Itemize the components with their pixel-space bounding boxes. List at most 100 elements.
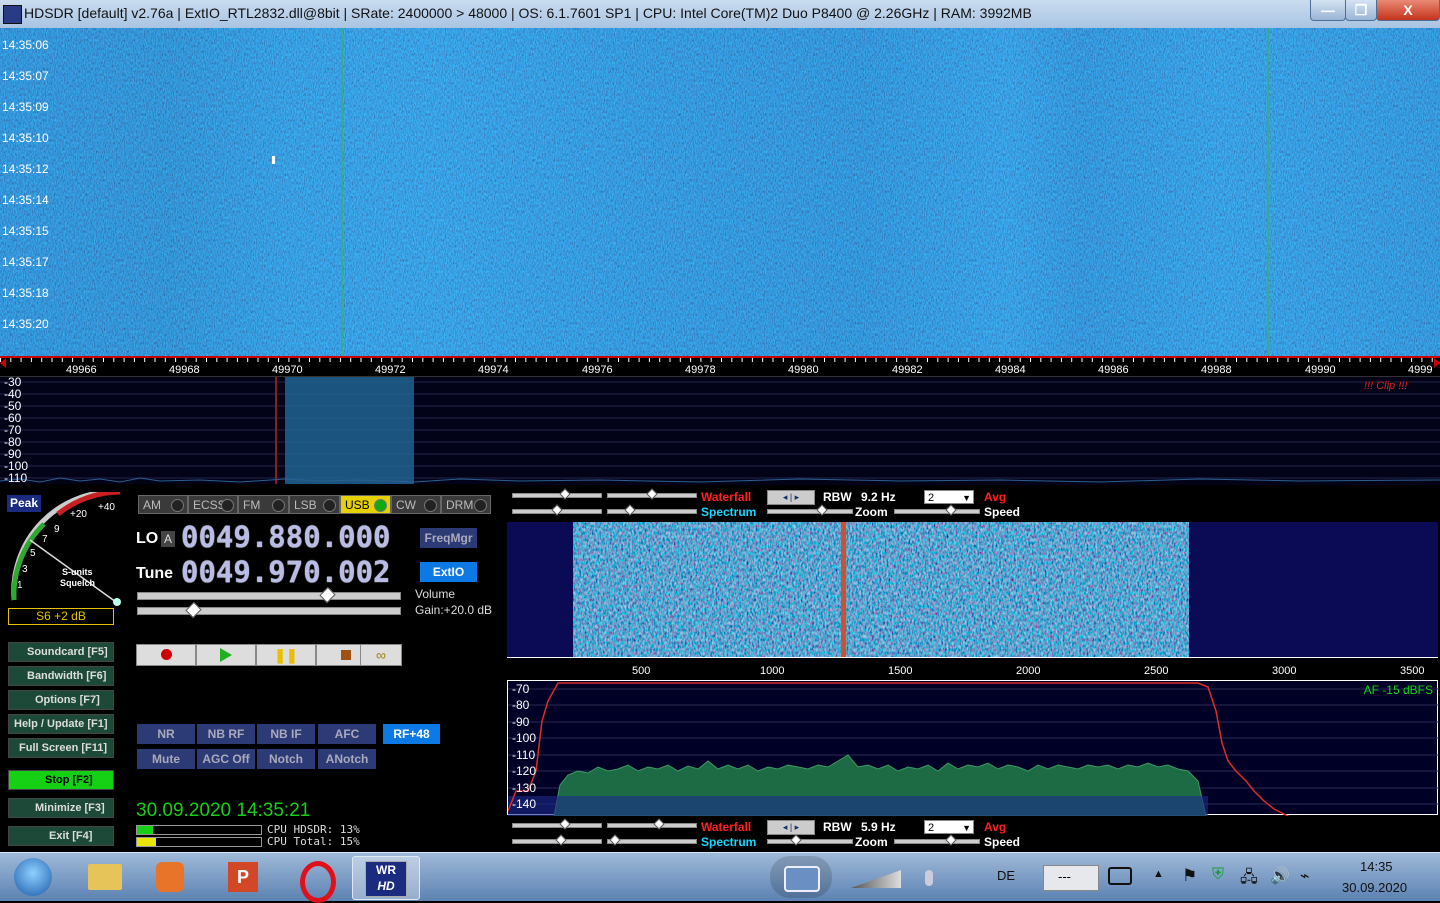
slider-thumb[interactable] — [609, 834, 621, 846]
power-plug-icon[interactable] — [1108, 867, 1132, 887]
af-avg-select[interactable]: 2 ▼ — [924, 820, 974, 834]
af-spectrum[interactable]: -70 -80 -90 -100 -110 -120 -130 -140 AF … — [507, 680, 1439, 816]
mode-fm-button[interactable]: FM — [238, 495, 289, 514]
fullscreen-button[interactable]: Full Screen [F11] — [8, 738, 114, 758]
slider-thumb[interactable] — [319, 586, 336, 604]
mode-drm-button[interactable]: DRM — [441, 495, 491, 514]
stop-button[interactable]: Stop [F2] — [8, 770, 114, 790]
scroll-left-icon[interactable] — [0, 358, 6, 368]
rf-speed-slider[interactable] — [894, 504, 980, 516]
soundcard-button[interactable]: Soundcard [F5] — [8, 642, 114, 662]
explorer-taskbar-button[interactable] — [82, 856, 128, 898]
af-tick: 1500 — [888, 665, 913, 677]
plug-shape — [1108, 867, 1132, 885]
close-button[interactable]: X — [1376, 0, 1440, 21]
shield-icon[interactable]: ⛨ — [1212, 866, 1224, 884]
nb-if-button[interactable]: NB IF — [257, 724, 315, 744]
network-gadget[interactable] — [770, 856, 832, 898]
af-waterfall[interactable] — [507, 522, 1438, 657]
volume-icon[interactable]: 🔊 — [1270, 866, 1290, 886]
play-button[interactable] — [196, 644, 256, 666]
minimize-app-button[interactable]: Minimize [F3] — [8, 798, 114, 818]
tune-frequency[interactable]: 0049.970.002 — [181, 555, 391, 589]
language-indicator[interactable]: DE — [997, 868, 1015, 883]
rbw-stepper[interactable]: ◂ | ▸ — [767, 490, 815, 505]
notch-button[interactable]: Notch — [257, 749, 315, 769]
exit-button[interactable]: Exit [F4] — [8, 826, 114, 846]
usb-icon[interactable]: ⌁ — [1300, 866, 1310, 886]
title-bar[interactable]: HDSDR [default] v2.76a | ExtIO_RTL2832.d… — [0, 0, 1440, 29]
minimize-button[interactable]: — — [1310, 0, 1346, 21]
mode-cw-button[interactable]: CW — [391, 495, 441, 514]
af-zoom-slider[interactable] — [767, 834, 853, 846]
s-meter[interactable]: Peak 9 +20 +40 7 5 3 1 S-units Squelch — [4, 492, 130, 606]
slider-thumb[interactable] — [624, 504, 636, 516]
mode-am-button[interactable]: AM — [138, 495, 188, 514]
slider-thumb[interactable] — [551, 504, 563, 516]
af-slider-3[interactable] — [607, 818, 697, 830]
slider-thumb[interactable] — [555, 834, 567, 846]
rf-waterfall[interactable] — [0, 28, 1440, 356]
mute-button[interactable]: Mute — [137, 749, 195, 769]
start-button[interactable] — [8, 856, 56, 898]
powerpoint-taskbar-button[interactable]: P — [220, 856, 266, 898]
media-player-taskbar-button[interactable] — [146, 856, 192, 898]
rf-slider-1[interactable] — [512, 488, 602, 500]
slider-thumb[interactable] — [653, 818, 665, 830]
rf-gain-button[interactable]: RF+48 — [383, 724, 440, 744]
help-update-button[interactable]: Help / Update [F1] — [8, 714, 114, 734]
nb-rf-button[interactable]: NB RF — [197, 724, 255, 744]
slider-thumb[interactable] — [559, 488, 571, 500]
slider-thumb[interactable] — [945, 834, 957, 846]
pause-button[interactable]: ❚❚ — [256, 644, 316, 666]
afc-button[interactable]: AFC — [318, 724, 376, 744]
rf-slider-2[interactable] — [512, 504, 602, 516]
slider-thumb[interactable] — [559, 818, 571, 830]
rf-zoom-slider[interactable] — [767, 504, 853, 516]
mode-ecss-button[interactable]: ECSS — [188, 495, 238, 514]
lo-a-button[interactable]: A — [161, 531, 175, 547]
hdsdr-taskbar-button[interactable]: WR HD — [352, 856, 420, 900]
rf-slider-3[interactable] — [607, 488, 697, 500]
af-slider-4[interactable] — [607, 834, 697, 846]
restore-button[interactable]: ❐ — [1345, 0, 1377, 21]
scroll-right-icon[interactable] — [1434, 358, 1440, 368]
mode-lsb-button[interactable]: LSB — [289, 495, 340, 514]
af-rbw-label: RBW — [823, 820, 852, 834]
anotch-button[interactable]: ANotch — [318, 749, 376, 769]
mode-usb-button[interactable]: USB — [340, 495, 391, 514]
tune-slider[interactable] — [137, 586, 401, 604]
slider-thumb[interactable] — [790, 834, 802, 846]
clock-time[interactable]: 14:35 — [1360, 859, 1393, 874]
avg-select[interactable]: 2 ▼ — [924, 490, 974, 504]
tray-box[interactable]: --- — [1043, 865, 1099, 891]
af-rbw-stepper[interactable]: ◂ | ▸ — [767, 820, 815, 835]
wireless-gadget[interactable] — [915, 856, 945, 898]
signal-gadget[interactable] — [845, 856, 903, 898]
af-speed-slider[interactable] — [894, 834, 980, 846]
rf-slider-4[interactable] — [607, 504, 697, 516]
slider-thumb[interactable] — [185, 601, 202, 619]
options-button[interactable]: Options [F7] — [8, 690, 114, 710]
network-icon[interactable]: 🖧 — [1240, 866, 1258, 893]
rf-spectrum[interactable]: -30 -40 -50 -60 -70 -80 -90 -100 -110 !!… — [0, 376, 1440, 485]
bandwidth-button[interactable]: Bandwidth [F6] — [8, 666, 114, 686]
loop-button[interactable]: ∞ — [360, 644, 402, 666]
nr-button[interactable]: NR — [137, 724, 195, 744]
flag-icon[interactable]: ⚑ — [1182, 866, 1197, 886]
frequency-axis[interactable]: 49966 49968 49970 49972 49974 49976 4997… — [0, 356, 1440, 378]
slider-thumb[interactable] — [816, 504, 828, 516]
lo-frequency[interactable]: 0049.880.000 — [181, 520, 391, 554]
extio-button[interactable]: ExtIO — [420, 562, 477, 582]
slider-thumb[interactable] — [646, 488, 658, 500]
clock-date[interactable]: 30.09.2020 — [1342, 880, 1407, 895]
freqmgr-button[interactable]: FreqMgr — [420, 528, 477, 548]
tray-expand-icon[interactable]: ▲ — [1153, 868, 1164, 880]
volume-slider[interactable] — [137, 601, 401, 619]
opera-taskbar-button[interactable] — [292, 856, 338, 903]
slider-thumb[interactable] — [945, 504, 957, 516]
af-slider-1[interactable] — [512, 818, 602, 830]
af-slider-2[interactable] — [512, 834, 602, 846]
agc-button[interactable]: AGC Off — [197, 749, 255, 769]
record-button[interactable] — [136, 644, 196, 666]
